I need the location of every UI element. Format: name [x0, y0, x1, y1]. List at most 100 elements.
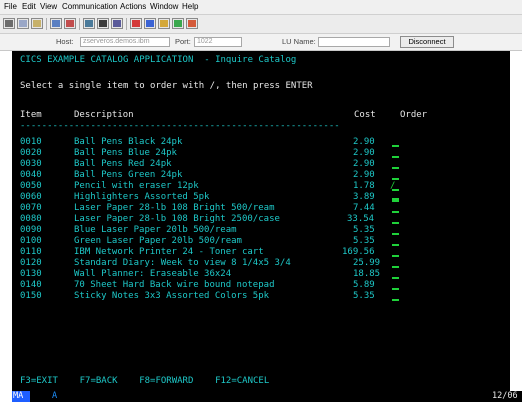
status-bar: MA A 12/06 — [12, 391, 522, 402]
table-row: 0150 Sticky Notes 3x3 Assorted Colors 5p… — [12, 291, 510, 302]
order-field-cursor[interactable] — [392, 198, 399, 202]
item-description: Ball Pens Green 24pk — [74, 170, 183, 180]
item-cost: 18.85 — [353, 269, 381, 279]
order-field[interactable] — [392, 222, 399, 224]
toolbar-separator — [79, 18, 80, 30]
order-field[interactable] — [392, 266, 399, 268]
menu-actions[interactable]: Actions — [120, 1, 146, 13]
item-number: 0020 — [20, 148, 42, 158]
item-description: Green Laser Paper 20lb 500/ream — [74, 236, 242, 246]
table-row: 0060 Highlighters Assorted 5pk 3.89 — [12, 192, 510, 203]
header-cost: Cost — [354, 110, 376, 120]
terminal-screen[interactable]: CICS EXAMPLE CATALOG APPLICATION - Inqui… — [12, 51, 510, 391]
send-icon[interactable] — [50, 18, 62, 29]
item-cost: 1.78 — [353, 181, 375, 191]
table-row: 0120 Standard Diary: Week to view 8 1/4x… — [12, 258, 510, 269]
item-number: 0050 — [20, 181, 42, 191]
item-cost: 5.89 — [353, 280, 375, 290]
copy-icon[interactable] — [17, 18, 29, 29]
order-field[interactable] — [392, 145, 399, 147]
order-field[interactable] — [392, 167, 399, 169]
port-field[interactable]: 1022 — [194, 37, 242, 47]
order-field[interactable] — [392, 178, 399, 180]
toolbar — [0, 15, 522, 34]
order-field[interactable] — [392, 156, 399, 158]
toolbar-separator — [46, 18, 47, 30]
item-cost: 169.56 — [342, 247, 375, 257]
table-row: 0140 70 Sheet Hard Back wire bound notep… — [12, 280, 510, 291]
item-number: 0110 — [20, 247, 42, 257]
menu-window[interactable]: Window — [150, 1, 178, 13]
item-description: Blue Laser Paper 20lb 500/ream — [74, 225, 237, 235]
host-field[interactable]: zserveros.demos.ibm — [80, 37, 170, 47]
table-row: 0030 Ball Pens Red 24pk 2.90 — [12, 159, 510, 170]
order-field[interactable] — [392, 244, 399, 246]
map-icon[interactable] — [144, 18, 156, 29]
order-field-underline — [392, 189, 399, 191]
item-number: 0100 — [20, 236, 42, 246]
item-cost: 5.35 — [353, 291, 375, 301]
table-row: 0040 Ball Pens Green 24pk 2.90 — [12, 170, 510, 181]
order-field[interactable] — [392, 288, 399, 290]
item-cost: 2.90 — [353, 137, 375, 147]
item-number: 0150 — [20, 291, 42, 301]
connection-bar: Host: zserveros.demos.ibm Port: 1022 LU … — [0, 34, 522, 51]
print-icon[interactable] — [3, 18, 15, 29]
item-cost: 33.54 — [347, 214, 375, 224]
table-row: 0080 Laser Paper 28-lb 108 Bright 2500/c… — [12, 214, 510, 225]
menu-help[interactable]: Help — [182, 1, 198, 13]
order-field[interactable] — [392, 233, 399, 235]
menu-bar: File Edit View Communication Actions Win… — [0, 0, 522, 15]
menu-view[interactable]: View — [40, 1, 57, 13]
status-indicator: A — [52, 391, 58, 401]
item-cost: 2.90 — [353, 170, 375, 180]
table-row: 0100 Green Laser Paper 20lb 500/ream 5.3… — [12, 236, 510, 247]
item-number: 0120 — [20, 258, 42, 268]
order-field[interactable] — [392, 255, 399, 257]
item-description: Sticky Notes 3x3 Assorted Colors 5pk — [74, 291, 270, 301]
item-number: 0070 — [20, 203, 42, 213]
port-label: Port: — [175, 37, 191, 46]
macro-play-icon[interactable] — [111, 18, 123, 29]
item-number: 0090 — [20, 225, 42, 235]
item-description: Standard Diary: Week to view 8 1/4x5 3/4 — [74, 258, 291, 268]
item-description: Laser Paper 28-lb 108 Bright 2500/case — [74, 214, 280, 224]
header-item: Item — [20, 110, 42, 120]
disconnect-button[interactable]: Disconnect — [400, 36, 454, 48]
lu-name-label: LU Name: — [282, 37, 316, 46]
macro-record-icon[interactable] — [97, 18, 109, 29]
paint-icon[interactable] — [158, 18, 170, 29]
item-description: Ball Pens Red 24pk — [74, 159, 172, 169]
order-field[interactable] — [392, 299, 399, 301]
menu-communication[interactable]: Communication — [62, 1, 118, 13]
help-icon[interactable] — [186, 18, 198, 29]
screen-instruction: Select a single item to order with /, th… — [20, 81, 313, 91]
menu-edit[interactable]: Edit — [22, 1, 36, 13]
order-field[interactable] — [392, 277, 399, 279]
table-row: 0050 Pencil with eraser 12pk 1.78 / — [12, 181, 510, 192]
item-description: Laser Paper 28-lb 108 Bright 500/ream — [74, 203, 275, 213]
item-number: 0080 — [20, 214, 42, 224]
menu-file[interactable]: File — [4, 1, 17, 13]
function-key-legend: F3=EXIT F7=BACK F8=FORWARD F12=CANCEL — [20, 376, 270, 386]
item-description: Highlighters Assorted 5pk — [74, 192, 210, 202]
item-number: 0140 — [20, 280, 42, 290]
table-row: 0020 Ball Pens Blue 24pk 2.90 — [12, 148, 510, 159]
table-row: 0130 Wall Planner: Eraseable 36x24 18.85 — [12, 269, 510, 280]
table-row: 0010 Ball Pens Black 24pk 2.90 — [12, 137, 510, 148]
order-field[interactable] — [392, 211, 399, 213]
table-row: 0090 Blue Laser Paper 20lb 500/ream 5.35 — [12, 225, 510, 236]
item-description: 70 Sheet Hard Back wire bound notepad — [74, 280, 275, 290]
item-cost: 2.90 — [353, 159, 375, 169]
header-description: Description — [74, 110, 134, 120]
color-icon[interactable] — [130, 18, 142, 29]
keypad-icon[interactable] — [83, 18, 95, 29]
paste-icon[interactable] — [31, 18, 43, 29]
lu-name-field[interactable] — [318, 37, 390, 47]
item-description: Pencil with eraser 12pk — [74, 181, 199, 191]
order-field-selected[interactable]: / — [390, 181, 401, 192]
support-icon[interactable] — [172, 18, 184, 29]
host-label: Host: — [56, 37, 74, 46]
receive-icon[interactable] — [64, 18, 76, 29]
item-cost: 5.35 — [353, 236, 375, 246]
